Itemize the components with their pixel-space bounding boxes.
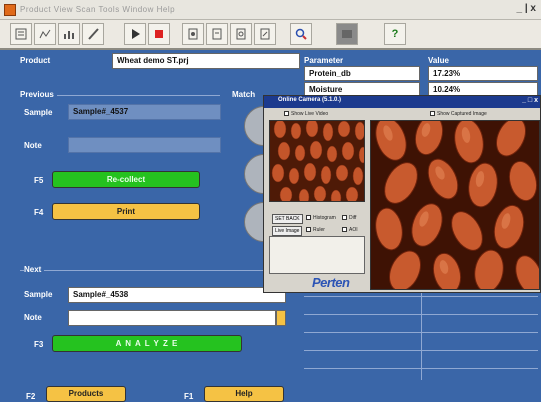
app-window: Product View Scan Tools Window Help _ | … — [0, 0, 541, 402]
grid-col-divider — [421, 290, 422, 380]
live-grain-image — [270, 121, 364, 201]
note-picker-button[interactable] — [276, 310, 286, 326]
param-value-1: 17.23% — [428, 66, 538, 81]
window-controls[interactable]: _ | x — [517, 3, 536, 14]
camera-title: Online Camera (5.1.0.) — [278, 97, 342, 103]
aoi-checkbox[interactable]: AOI — [342, 227, 358, 233]
show-live-label: Show Live Video — [291, 111, 329, 117]
param-name-1: Protein_db — [304, 66, 420, 81]
show-live-checkbox[interactable]: Show Live Video — [284, 111, 328, 117]
f1-label: F1 — [184, 392, 194, 401]
prev-sample-field: Sample#_4537 — [68, 104, 221, 120]
set-back-button[interactable]: SET BACK — [272, 214, 303, 224]
next-note-field[interactable] — [68, 310, 276, 326]
grid-row-1 — [304, 296, 538, 297]
next-note-label: Note — [24, 313, 42, 322]
camera-dialog: Online Camera (5.1.0.) _ □ x Show Live V… — [263, 95, 541, 293]
next-header: Next — [24, 265, 45, 274]
aoi-label: AOI — [349, 227, 358, 233]
captured-image-view — [370, 120, 540, 290]
search-icon[interactable] — [290, 23, 312, 45]
menu-items[interactable]: Product View Scan Tools Window Help — [20, 5, 175, 14]
perten-logo: Perten — [312, 275, 350, 290]
bar-chart-icon[interactable] — [58, 23, 80, 45]
ruler-label: Ruler — [313, 227, 325, 233]
toolbar: ? — [0, 20, 541, 50]
f2-label: F2 — [26, 392, 36, 401]
doc-c-icon[interactable] — [230, 23, 252, 45]
value-header: Value — [428, 56, 449, 65]
stop-icon[interactable] — [148, 23, 170, 45]
db-icon[interactable] — [336, 23, 358, 45]
histogram-checkbox[interactable]: Histogram — [306, 215, 336, 221]
app-icon — [4, 4, 16, 16]
grid-row-3 — [304, 332, 538, 333]
doc-b-icon[interactable] — [206, 23, 228, 45]
doc-d-icon[interactable] — [254, 23, 276, 45]
help-icon[interactable]: ? — [384, 23, 406, 45]
show-captured-checkbox[interactable]: Show Captured Image — [430, 111, 487, 117]
grid-row-5 — [304, 368, 538, 369]
print-button[interactable]: Print — [52, 203, 200, 220]
camera-log-area — [269, 236, 365, 274]
prev-sample-label: Sample — [24, 108, 53, 117]
menu-bar: Product View Scan Tools Window Help _ | … — [0, 0, 541, 20]
recollect-button[interactable]: Re-collect — [52, 171, 200, 188]
show-captured-label: Show Captured Image — [437, 111, 487, 117]
f3-label: F3 — [34, 340, 44, 349]
help-button[interactable]: Help — [204, 386, 284, 402]
histogram-label: Histogram — [313, 215, 336, 221]
list-icon[interactable] — [10, 23, 32, 45]
match-header: Match — [232, 90, 256, 99]
live-image-button[interactable]: Live Image — [272, 226, 303, 236]
chart-icon[interactable] — [34, 23, 56, 45]
f5-label: F5 — [34, 176, 44, 185]
diff-checkbox[interactable]: Diff — [342, 215, 356, 221]
parameter-header: Parameter — [304, 56, 344, 65]
next-sample-label: Sample — [24, 290, 53, 299]
play-icon[interactable] — [124, 23, 146, 45]
diff-label: Diff — [349, 215, 357, 221]
camera-window-controls[interactable]: _ □ x — [522, 97, 538, 104]
pencil-icon[interactable] — [82, 23, 104, 45]
analyze-button[interactable]: A N A L Y Z E — [52, 335, 242, 352]
product-field[interactable]: Wheat demo ST.prj — [112, 53, 300, 69]
prev-note-field — [68, 137, 221, 153]
products-button[interactable]: Products — [46, 386, 126, 402]
prev-note-label: Note — [24, 141, 42, 150]
next-sample-field[interactable]: Sample#_4538 — [68, 287, 286, 303]
doc-a-icon[interactable] — [182, 23, 204, 45]
ruler-checkbox[interactable]: Ruler — [306, 227, 325, 233]
live-video-view — [269, 120, 365, 202]
f4-label: F4 — [34, 208, 44, 217]
grid-row-4 — [304, 350, 538, 351]
product-header: Product — [20, 56, 51, 65]
previous-header: Previous — [20, 90, 57, 99]
captured-grain-image — [371, 121, 539, 289]
camera-title-bar: Online Camera (5.1.0.) _ □ x — [264, 96, 540, 108]
grid-row-2 — [304, 314, 538, 315]
